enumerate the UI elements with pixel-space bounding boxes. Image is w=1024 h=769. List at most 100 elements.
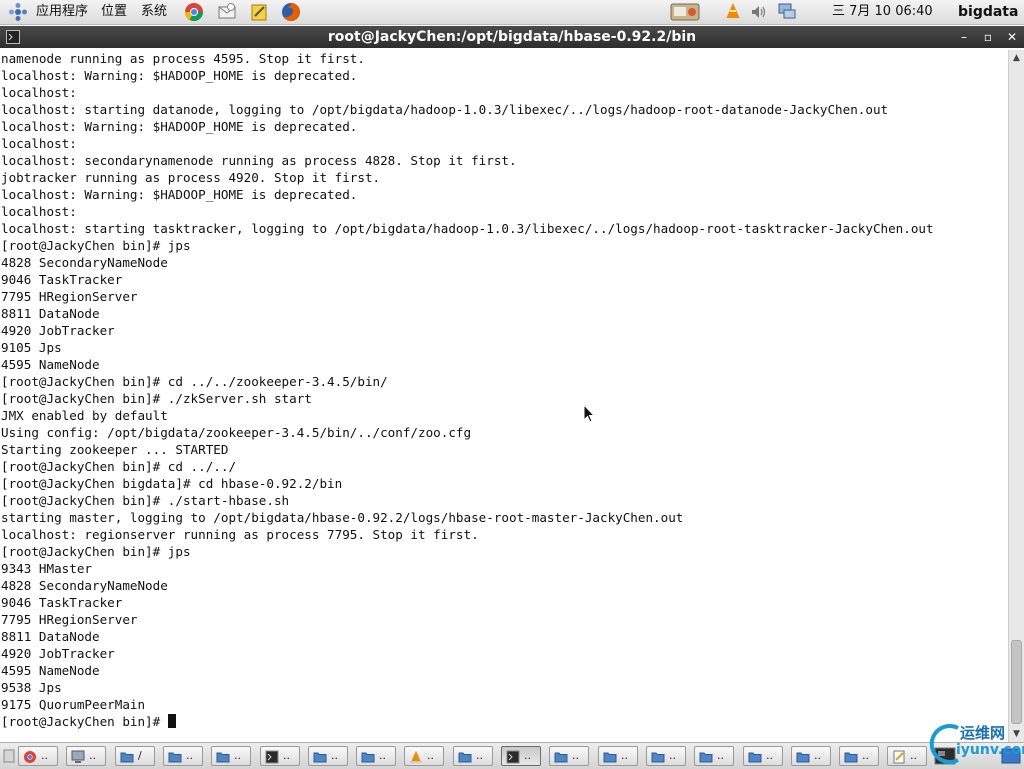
network-icon[interactable]	[670, 2, 700, 22]
terminal-line: localhost: secondarynamenode running as …	[1, 153, 517, 168]
taskbar-button[interactable]: ..	[66, 746, 106, 766]
taskbar-button[interactable]: ..	[260, 746, 300, 766]
taskbar-button[interactable]: ..	[887, 746, 927, 766]
taskbar-button[interactable]: ..	[791, 746, 831, 766]
terminal-line: 7795 HRegionServer	[1, 612, 138, 627]
terminal-line: namenode running as process 4595. Stop i…	[1, 51, 365, 66]
taskbar-button[interactable]: ..	[646, 746, 686, 766]
taskbar-button-label: /	[138, 749, 142, 762]
menu-places[interactable]: 位置	[101, 0, 127, 24]
folder-icon	[216, 750, 230, 763]
terminal-line: 8811 DataNode	[1, 306, 100, 321]
terminal-line: 9105 Jps	[1, 340, 62, 355]
terminal-line: 4828 SecondaryNameNode	[1, 255, 168, 270]
taskbar-button[interactable]: ..	[308, 746, 348, 766]
menu-system[interactable]: 系统	[141, 0, 167, 24]
folder-icon	[120, 750, 134, 763]
folder-icon	[603, 750, 617, 763]
terminal-line: [root@JackyChen bin]# ./zkServer.sh star…	[1, 391, 312, 406]
chrome-icon	[23, 750, 37, 763]
terminal-output[interactable]: namenode running as process 4595. Stop i…	[0, 50, 1008, 742]
volume-icon[interactable]	[749, 2, 769, 22]
display-icon[interactable]	[777, 2, 797, 22]
terminal-line: localhost: Warning: $HADOOP_HOME is depr…	[1, 68, 358, 83]
taskbar-button-label: ..	[524, 749, 531, 762]
taskbar-button[interactable]: ..	[163, 746, 203, 766]
taskbar-button[interactable]: ..	[694, 746, 734, 766]
firefox-icon[interactable]	[281, 2, 301, 22]
taskbar-button[interactable]: ..	[549, 746, 589, 766]
terminal-line: [root@JackyChen bin]# jps	[1, 238, 191, 253]
window-title: root@JackyChen:/opt/bigdata/hbase-0.92.2…	[327, 29, 697, 45]
taskbar-button-label: ..	[717, 749, 724, 762]
folder-icon	[313, 750, 327, 763]
taskbar-button-label: ..	[669, 749, 676, 762]
terminal-line: [root@JackyChen bin]# ./start-hbase.sh	[1, 493, 290, 508]
taskbar-button[interactable]: ..	[356, 746, 396, 766]
minimize-button[interactable]: –	[956, 29, 972, 45]
scrollbar[interactable]: ▲ ▼	[1008, 50, 1024, 742]
close-button[interactable]: ✕	[1004, 29, 1020, 45]
terminal-icon	[265, 750, 279, 764]
vlc-icon[interactable]	[723, 2, 743, 22]
taskbar-button-label: ..	[814, 749, 821, 762]
taskbar-button-label: ..	[331, 749, 338, 762]
scroll-up-icon[interactable]: ▲	[1009, 50, 1024, 66]
folder-icon	[651, 750, 665, 763]
folder-icon	[699, 750, 713, 763]
terminal-line: JMX enabled by default	[1, 408, 168, 423]
watermark-subtext: iyunv.com	[956, 742, 1024, 758]
chrome-icon[interactable]	[184, 2, 204, 22]
terminal-line: localhost: starting tasktracker, logging…	[1, 221, 934, 236]
taskbar-button-label: ..	[186, 749, 193, 762]
clock[interactable]: 三 7月 10 06:40	[832, 0, 933, 24]
terminal-line: localhost: starting datanode, logging to…	[1, 102, 889, 117]
taskbar-button-label: ..	[89, 749, 96, 762]
taskbar-button-label: ..	[427, 749, 434, 762]
mouse-pointer-icon	[583, 404, 595, 423]
folder-icon	[748, 750, 762, 763]
watermark-text: 运维网	[960, 724, 1006, 742]
text-cursor	[167, 714, 176, 728]
distro-logo-icon[interactable]	[8, 2, 28, 22]
terminal-line: jobtracker running as process 4920. Stop…	[1, 170, 381, 185]
taskbar-button[interactable]: ..	[453, 746, 493, 766]
terminal-line: [root@JackyChen bin]# cd ../../zookeeper…	[1, 374, 388, 389]
taskbar-button[interactable]: ..	[501, 746, 541, 766]
taskbar-button-label: ..	[766, 749, 773, 762]
taskbar-button[interactable]: ..	[404, 746, 444, 766]
terminal-line: [root@JackyChen bin]# jps	[1, 544, 191, 559]
window-titlebar[interactable]: root@JackyChen:/opt/bigdata/hbase-0.92.2…	[0, 26, 1024, 48]
terminal-prompt-line[interactable]: [root@JackyChen bin]#	[0, 713, 1008, 730]
menu-applications[interactable]: 应用程序	[36, 0, 88, 24]
taskbar-button-label: ..	[234, 749, 241, 762]
maximize-button[interactable]: ▫	[980, 29, 996, 45]
folder-icon	[554, 750, 568, 763]
taskbar-button-label: ..	[379, 749, 386, 762]
scrollbar-thumb[interactable]	[1011, 640, 1022, 724]
terminal-line: Using config: /opt/bigdata/zookeeper-3.4…	[1, 425, 472, 440]
taskbar: .... /................................	[0, 742, 1024, 769]
taskbar-button-label: ..	[862, 749, 869, 762]
taskbar-button[interactable]: ..	[839, 746, 879, 766]
mail-icon[interactable]	[217, 2, 237, 22]
notes-icon[interactable]	[249, 2, 269, 22]
terminal-line: 9046 TaskTracker	[1, 595, 123, 610]
terminal-line: 4595 NameNode	[1, 663, 100, 678]
taskbar-button[interactable]: ..	[598, 746, 638, 766]
user-name[interactable]: bigdata	[958, 0, 1018, 24]
taskbar-button[interactable]: ..	[743, 746, 783, 766]
folder-icon	[361, 750, 375, 763]
terminal-line: localhost:	[1, 85, 77, 100]
taskbar-button[interactable]: ..	[18, 746, 58, 766]
taskbar-button[interactable]: ..	[211, 746, 251, 766]
taskbar-button[interactable]: /	[115, 746, 155, 766]
edit-icon	[892, 750, 906, 764]
terminal-line: [root@JackyChen bin]# cd ../../	[1, 459, 237, 474]
terminal-line: 9046 TaskTracker	[1, 272, 123, 287]
terminal-line: 4920 JobTracker	[1, 323, 115, 338]
taskbar-button-label: ..	[621, 749, 628, 762]
terminal-prompt: [root@JackyChen bin]#	[1, 714, 168, 729]
show-desktop-icon[interactable]	[3, 748, 15, 764]
folder-icon	[796, 750, 810, 763]
